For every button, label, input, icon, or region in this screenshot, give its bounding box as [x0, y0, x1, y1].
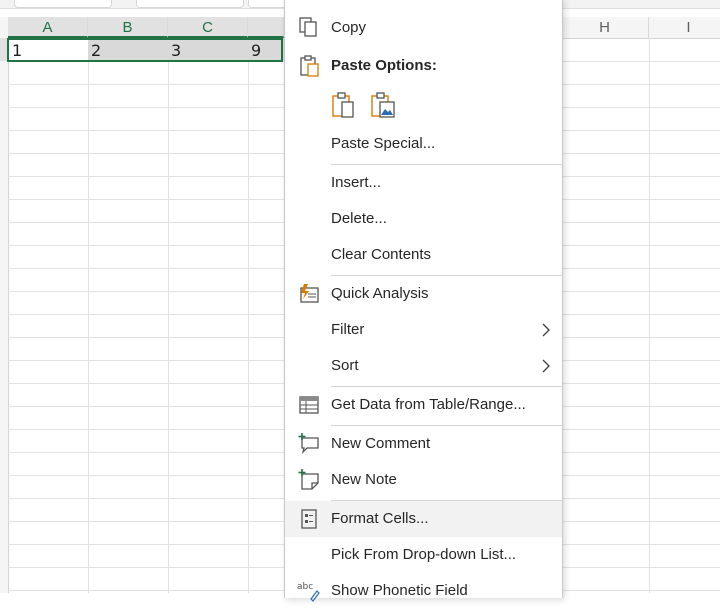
paste-clipboard-icon[interactable] [330, 91, 358, 119]
menu-item-show-phonetic[interactable]: abc Show Phonetic Field [285, 573, 562, 609]
menu-item-new-note[interactable]: New Note [285, 462, 562, 498]
row-header-1[interactable] [0, 38, 9, 61]
menu-item-copy[interactable]: Copy [285, 10, 562, 46]
menu-item-pick-from-list[interactable]: Pick From Drop-down List... [285, 537, 562, 573]
column-header-c[interactable]: C [168, 17, 248, 38]
grid-line [88, 38, 89, 593]
menu-item-sort[interactable]: Sort [285, 348, 562, 384]
column-header-b[interactable]: B [88, 17, 168, 38]
clipboard-icon [300, 55, 319, 77]
paste-picture-icon[interactable] [369, 91, 397, 119]
menu-item-format-cells[interactable]: Format Cells... [285, 501, 562, 537]
cell-b1[interactable]: 2 [88, 39, 168, 61]
menu-label-delete: Delete... [331, 210, 387, 227]
quick-analysis-icon [300, 284, 319, 303]
chevron-right-icon [542, 323, 550, 337]
cell-d1[interactable]: 9 [248, 39, 284, 61]
column-header-h[interactable]: H [561, 17, 649, 38]
menu-label-pick-from-list: Pick From Drop-down List... [331, 546, 517, 563]
menu-label-insert: Insert... [331, 174, 382, 191]
toolbar-box[interactable] [136, 0, 244, 8]
column-header-d[interactable] [248, 17, 284, 38]
menu-item-paste-special[interactable]: Paste Special... [285, 126, 562, 162]
menu-label-filter: Filter [331, 321, 365, 338]
chevron-right-icon [542, 359, 550, 373]
grid-line [168, 38, 169, 593]
menu-label-new-note: New Note [331, 471, 397, 488]
menu-item-get-data[interactable]: Get Data from Table/Range... [285, 387, 562, 423]
table-icon [299, 396, 319, 414]
svg-text:abc: abc [297, 582, 313, 592]
row-header-bar [0, 38, 9, 593]
phonetic-icon: abc [297, 582, 320, 602]
menu-label-paste-options: Paste Options: [331, 57, 437, 74]
name-box[interactable] [14, 0, 112, 8]
menu-item-delete[interactable]: Delete... [285, 201, 562, 237]
menu-label-format-cells: Format Cells... [331, 510, 429, 527]
menu-label-copy: Copy [331, 19, 367, 36]
menu-item-filter[interactable]: Filter [285, 312, 562, 348]
column-header-a[interactable]: A [8, 17, 88, 38]
comment-plus-icon [298, 433, 319, 455]
note-plus-icon [298, 469, 319, 490]
menu-item-new-comment[interactable]: New Comment [285, 426, 562, 462]
cell-c1[interactable]: 3 [168, 39, 248, 61]
menu-label-paste-special: Paste Special... [331, 135, 436, 152]
menu-label-clear-contents: Clear Contents [331, 246, 432, 263]
menu-label-sort: Sort [331, 357, 359, 374]
menu-label-get-data: Get Data from Table/Range... [331, 396, 526, 413]
format-cells-icon [301, 509, 317, 529]
copy-icon [299, 17, 317, 37]
cell-a1[interactable]: 1 [9, 39, 87, 61]
menu-item-paste-options: Paste Options: [285, 48, 562, 84]
menu-label-new-comment: New Comment [331, 435, 431, 452]
menu-item-clear-contents[interactable]: Clear Contents [285, 237, 562, 273]
menu-item-insert[interactable]: Insert... [285, 165, 562, 201]
grid-line [649, 38, 650, 593]
menu-label-quick-analysis: Quick Analysis [331, 285, 429, 302]
menu-label-show-phonetic: Show Phonetic Field [331, 582, 468, 599]
menu-item-quick-analysis[interactable]: Quick Analysis [285, 276, 562, 312]
context-menu: Copy Paste Options: Paste Special... Ins… [284, 0, 563, 602]
column-header-i[interactable]: I [649, 17, 720, 38]
grid-line [248, 38, 249, 593]
